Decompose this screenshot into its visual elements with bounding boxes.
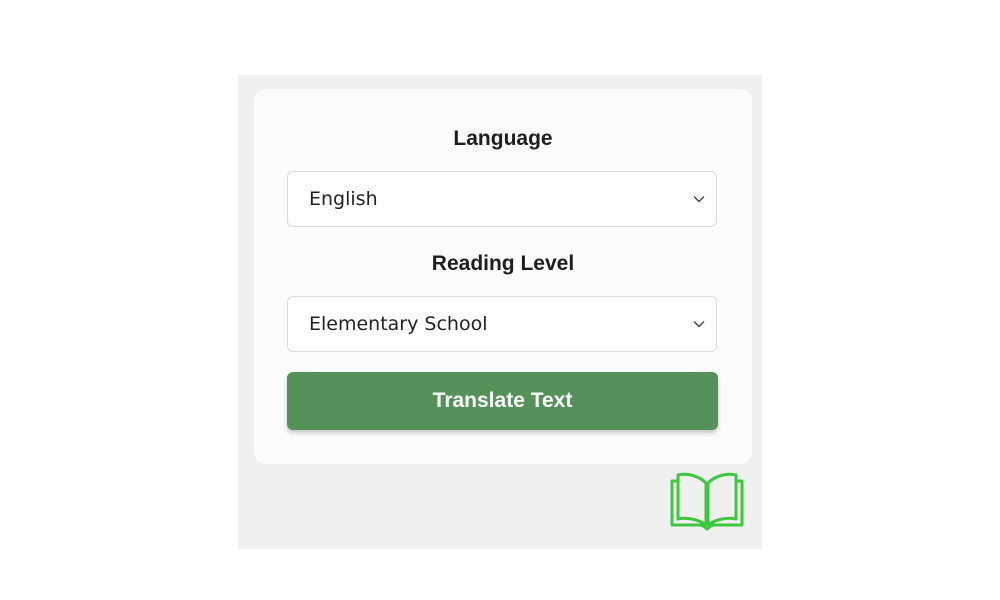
language-select-value: English [309,188,378,210]
language-select[interactable]: English [287,171,717,227]
chevron-down-icon [693,196,705,203]
reading-level-select-value: Elementary School [309,313,488,335]
translate-form-card: Language English Reading Level Elementar… [254,89,752,464]
reading-level-select[interactable]: Elementary School [287,296,717,352]
app-panel: Language English Reading Level Elementar… [238,75,762,549]
chevron-down-icon [693,321,705,328]
language-label: Language [453,127,553,150]
reading-level-label: Reading Level [431,252,575,275]
open-book-icon [670,472,744,531]
translate-text-button[interactable]: Translate Text [287,372,718,430]
